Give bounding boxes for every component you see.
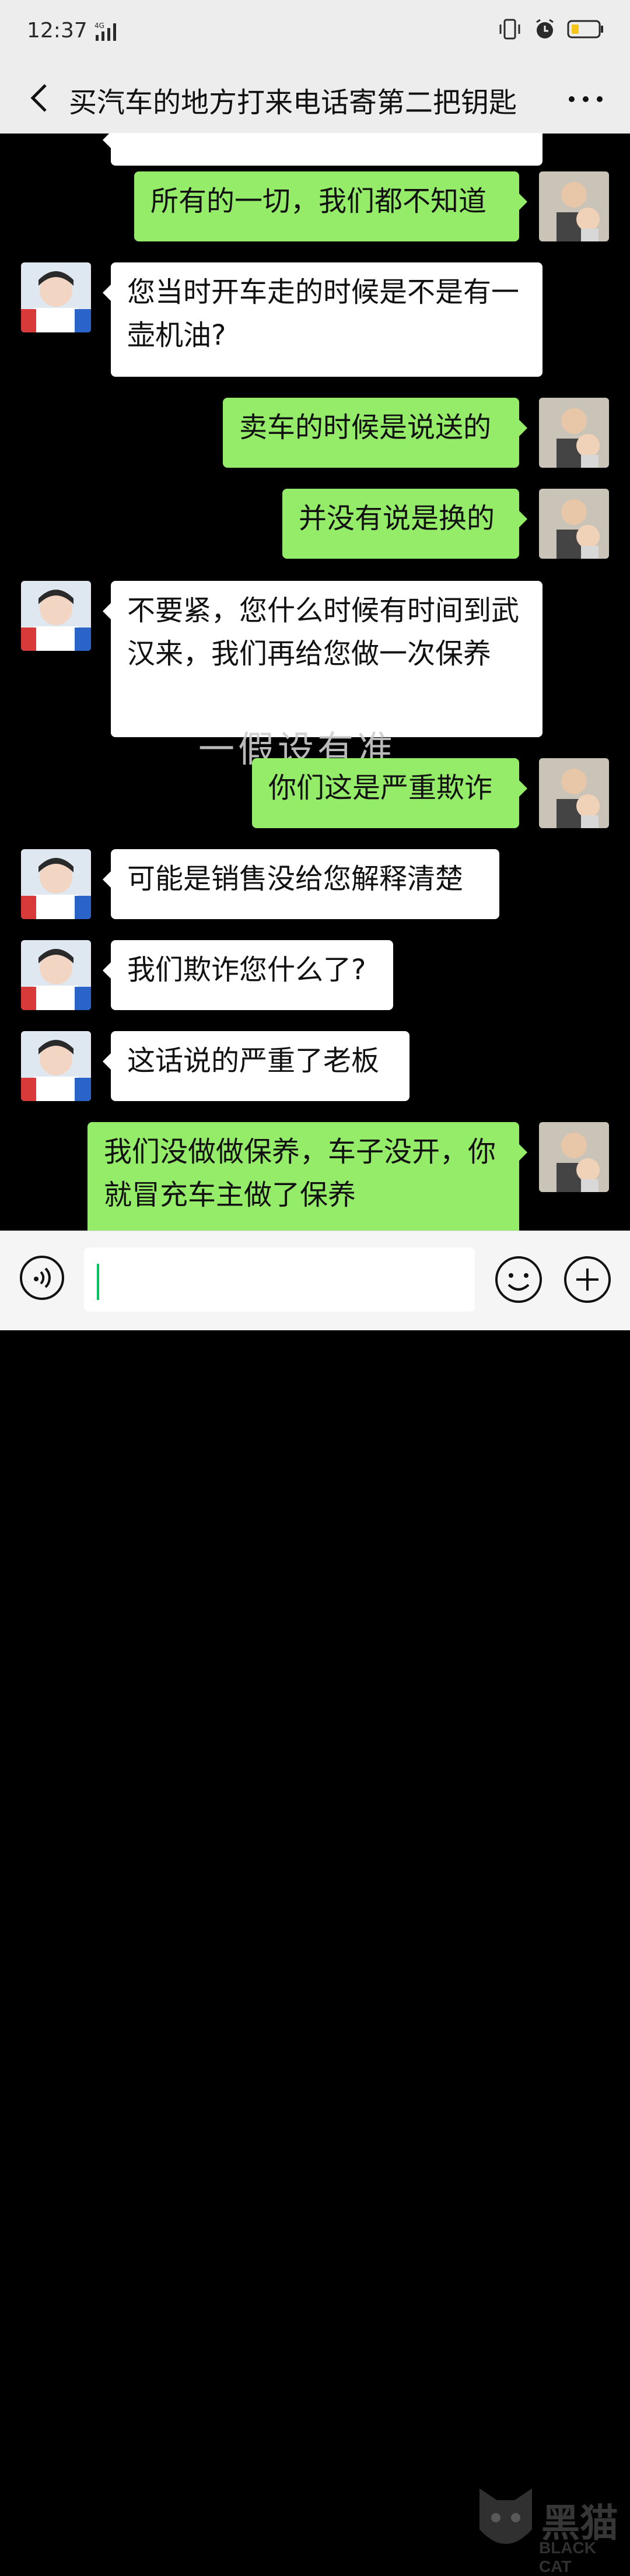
avatar-self[interactable] [539, 758, 609, 828]
status-bar: 12:37 4G [0, 0, 630, 63]
more-actions-button[interactable] [562, 1254, 612, 1305]
avatar-self[interactable] [539, 1122, 609, 1192]
text-cursor [97, 1264, 99, 1300]
avatar-self[interactable] [539, 171, 609, 241]
message-bubble[interactable]: 你们这是严重欺诈 [252, 758, 527, 828]
message-bubble[interactable]: 所有的一切，我们都不知道 [134, 171, 527, 241]
vibrate-icon [497, 17, 523, 43]
message-bubble[interactable]: 不要紧，您什么时候有时间到武汉来，我们再给您做一次保养 [103, 581, 542, 737]
emoji-button[interactable] [494, 1254, 544, 1305]
status-icons [497, 17, 604, 43]
signal-icon: 4G [93, 20, 123, 45]
message-bubble[interactable]: 我们没做做保养，车子没开，你就冒充车主做了保养 [88, 1122, 527, 1231]
chevron-left-icon [30, 84, 47, 112]
avatar-contact[interactable] [21, 849, 91, 919]
plus-icon [564, 1256, 611, 1303]
voice-button[interactable] [19, 1254, 65, 1301]
chat-header: 买汽车的地方打来电话寄第二把钥匙 [0, 63, 630, 134]
message-bubble[interactable]: 您当时开车走的时候是不是有一壶机油? [103, 262, 542, 377]
battery-icon [567, 19, 604, 42]
message-bubble[interactable]: 可能是销售没给您解释清楚 [103, 849, 499, 919]
alarm-icon [533, 17, 556, 43]
voice-icon [20, 1256, 64, 1300]
back-button[interactable] [22, 75, 63, 121]
message-bubble-partial [103, 133, 542, 166]
message-bubble[interactable]: 这话说的严重了老板 [103, 1031, 410, 1101]
message-bubble[interactable]: 并没有说是换的 [282, 489, 527, 559]
avatar-contact[interactable] [21, 940, 91, 1010]
status-time: 12:37 [27, 19, 88, 43]
message-bubble[interactable]: 我们欺诈您什么了? [103, 940, 393, 1010]
avatar-contact[interactable] [21, 1031, 91, 1101]
avatar-self[interactable] [539, 398, 609, 468]
watermark: 黑猫 BLACK CAT [474, 2483, 625, 2575]
avatar-contact[interactable] [21, 262, 91, 332]
input-bar: 黑猫 BLACK CAT [0, 1231, 630, 2575]
avatar-contact[interactable] [21, 581, 91, 651]
more-button[interactable] [562, 76, 609, 122]
message-input[interactable] [84, 1247, 475, 1312]
chat-title: 买汽车的地方打来电话寄第二把钥匙 [69, 86, 517, 119]
avatar-self[interactable] [539, 489, 609, 559]
message-bubble[interactable]: 卖车的时候是说送的 [223, 398, 527, 468]
svg-text:4G: 4G [94, 22, 104, 30]
emoji-icon [495, 1256, 542, 1303]
black-cat-logo-icon [480, 2489, 532, 2544]
watermark-en-text: BLACK CAT [539, 2539, 596, 2575]
message-list[interactable]: 所有的一切，我们都不知道 您当时开车走的时候是不是有一壶机油? 卖车的时候是说送… [0, 133, 630, 1231]
more-icon [569, 96, 603, 102]
